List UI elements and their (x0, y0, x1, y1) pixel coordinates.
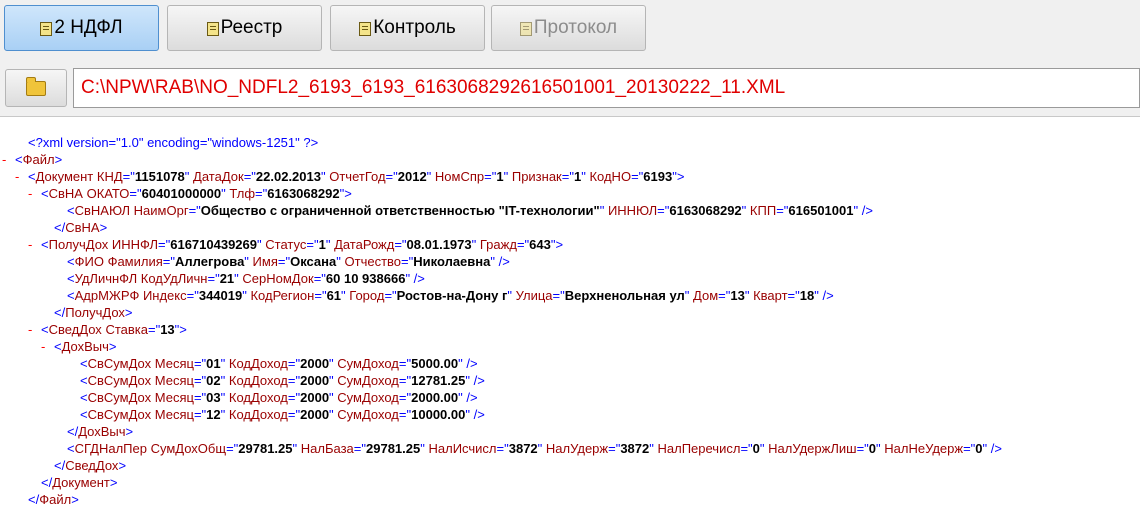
xml-line: <УдЛичнФЛ КодУдЛичн="21" СерНомДок="60 1… (67, 270, 425, 287)
xml-line: <СвНАЮЛ НаимОрг="Общество с ограниченной… (67, 202, 873, 219)
xml-line-text: <Файл> (15, 152, 63, 167)
control-button-label: Контроль (373, 17, 456, 38)
collapse-toggle[interactable]: - (15, 168, 28, 185)
collapse-toggle[interactable]: - (28, 185, 41, 202)
xml-line: <СвСумДох Месяц="12" КодДоход="2000" Сум… (80, 406, 485, 423)
control-button[interactable]: Контроль (330, 5, 485, 51)
registry-button-label: Реестр (220, 17, 283, 38)
xml-line-text: </Файл> (28, 492, 79, 507)
xml-line: <СвСумДох Месяц="03" КодДоход="2000" Сум… (80, 389, 478, 406)
xml-line: <СвСумДох Месяц="01" КодДоход="2000" Сум… (80, 355, 478, 372)
xml-line-text: </Документ> (41, 475, 118, 490)
xml-line-text: <СвСумДох Месяц="01" КодДоход="2000" Сум… (80, 356, 478, 371)
xml-line[interactable]: - <ПолучДох ИННФЛ="616710439269" Статус="… (28, 236, 563, 253)
xml-line: <СГДНалПер СумДохОбщ="29781.25" НалБаза=… (67, 440, 1002, 457)
xml-line-text: </СвНА> (54, 220, 108, 235)
collapse-toggle[interactable]: - (28, 321, 41, 338)
xml-line: </Файл> (28, 491, 79, 508)
document-icon (206, 22, 219, 36)
xml-line-text: <СведДох Ставка="13"> (41, 322, 187, 337)
xml-line[interactable]: - <СвНА ОКАТО="60401000000" Тлф="61630682… (28, 185, 352, 202)
ndfl2-button-label: 2 НДФЛ (54, 17, 123, 38)
xml-line: <АдрМЖРФ Индекс="344019" КодРегион="61" … (67, 287, 834, 304)
xml-line: </СведДох> (54, 457, 126, 474)
document-icon (519, 22, 532, 36)
ndfl2-button[interactable]: 2 НДФЛ (4, 5, 159, 51)
xml-line-text: <?xml version="1.0" encoding="windows-12… (28, 135, 319, 150)
xml-viewer[interactable]: <?xml version="1.0" encoding="windows-12… (0, 116, 1140, 518)
xml-line: <?xml version="1.0" encoding="windows-12… (28, 134, 318, 151)
document-icon (40, 22, 53, 36)
protocol-button-label: Протокол (533, 17, 618, 38)
xml-line: </СвНА> (54, 219, 107, 236)
collapse-toggle[interactable]: - (28, 236, 41, 253)
collapse-toggle[interactable]: - (2, 151, 15, 168)
xml-line: <СвСумДох Месяц="02" КодДоход="2000" Сум… (80, 372, 485, 389)
xml-line: </ДохВыч> (67, 423, 133, 440)
xml-line-text: <ФИО Фамилия="Аллегрова" Имя="Оксана" От… (67, 254, 510, 269)
xml-line-text: <УдЛичнФЛ КодУдЛичн="21" СерНомДок="60 1… (67, 271, 425, 286)
open-file-button[interactable] (5, 69, 67, 107)
xml-line-text: <ДохВыч> (54, 339, 117, 354)
collapse-toggle[interactable]: - (41, 338, 54, 355)
xml-line-text: <СвСумДох Месяц="02" КодДоход="2000" Сум… (80, 373, 485, 388)
xml-line[interactable]: - <Файл> (2, 151, 62, 168)
xml-line-text: <АдрМЖРФ Индекс="344019" КодРегион="61" … (67, 288, 834, 303)
xml-line-text: <Документ КНД="1151078" ДатаДок="22.02.2… (28, 169, 685, 184)
xml-line-text: <ПолучДох ИННФЛ="616710439269" Статус="1… (41, 237, 564, 252)
xml-line-text: <СвНА ОКАТО="60401000000" Тлф="616306829… (41, 186, 352, 201)
xml-line: </ПолучДох> (54, 304, 133, 321)
xml-line[interactable]: - <ДохВыч> (41, 338, 117, 355)
xml-line-text: <СГДНалПер СумДохОбщ="29781.25" НалБаза=… (67, 441, 1002, 456)
file-path-row: C:\NPW\RAB\NO_NDFL2_6193_6193_6163068292… (0, 66, 1140, 110)
document-icon (359, 22, 372, 36)
toolbar: 2 НДФЛ Реестр Контроль Протокол (0, 0, 1140, 58)
xml-line-text: </ДохВыч> (67, 424, 134, 439)
xml-line-text: </СведДох> (54, 458, 127, 473)
xml-line-text: <СвСумДох Месяц="03" КодДоход="2000" Сум… (80, 390, 478, 405)
folder-open-icon (26, 76, 46, 96)
xml-line: <ФИО Фамилия="Аллегрова" Имя="Оксана" От… (67, 253, 510, 270)
xml-line-text: <СвСумДох Месяц="12" КодДоход="2000" Сум… (80, 407, 485, 422)
xml-line-text: <СвНАЮЛ НаимОрг="Общество с ограниченной… (67, 203, 873, 218)
xml-line: </Документ> (41, 474, 117, 491)
xml-line[interactable]: - <Документ КНД="1151078" ДатаДок="22.02.… (15, 168, 684, 185)
xml-line-text: </ПолучДох> (54, 305, 133, 320)
file-path-field[interactable]: C:\NPW\RAB\NO_NDFL2_6193_6193_6163068292… (73, 68, 1140, 108)
xml-line[interactable]: - <СведДох Ставка="13"> (28, 321, 187, 338)
registry-button[interactable]: Реестр (167, 5, 322, 51)
protocol-button[interactable]: Протокол (491, 5, 646, 51)
